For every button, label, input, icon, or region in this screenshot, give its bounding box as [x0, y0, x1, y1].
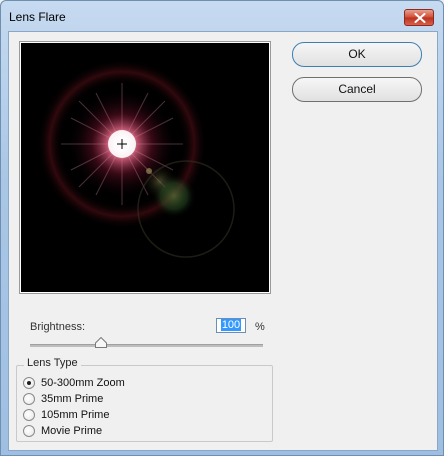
radio-button[interactable]: [23, 393, 35, 405]
window-title: Lens Flare: [9, 10, 66, 24]
radio-label: 105mm Prime: [41, 409, 110, 421]
dialog-body: OK Cancel Brightness: 100 % Lens Type 50…: [8, 31, 438, 451]
close-button[interactable]: [404, 9, 434, 26]
brightness-slider-track[interactable]: [30, 344, 263, 347]
radio-button[interactable]: [23, 409, 35, 421]
lens-flare-dialog: Lens Flare OK Cancel Brightness: 100 % L…: [0, 0, 444, 456]
radio-label: Movie Prime: [41, 425, 103, 437]
brightness-label: Brightness:: [30, 321, 86, 333]
slider-thumb-icon[interactable]: [95, 337, 107, 348]
brightness-value: 100: [220, 319, 242, 331]
flare-preview[interactable]: [19, 41, 271, 294]
radio-label: 50-300mm Zoom: [41, 377, 125, 389]
ok-button[interactable]: OK: [292, 42, 422, 67]
close-icon: [414, 13, 426, 23]
radio-label: 35mm Prime: [41, 393, 104, 405]
radio-button-checked[interactable]: [23, 377, 35, 389]
title-bar[interactable]: Lens Flare: [1, 1, 443, 31]
flare-preview-canvas[interactable]: [21, 43, 269, 292]
lens-type-title: Lens Type: [24, 357, 81, 369]
flare-image: [37, 59, 235, 258]
radio-button[interactable]: [23, 425, 35, 437]
brightness-unit: %: [255, 321, 265, 333]
brightness-input[interactable]: 100: [216, 318, 246, 333]
cancel-button[interactable]: Cancel: [292, 77, 422, 102]
